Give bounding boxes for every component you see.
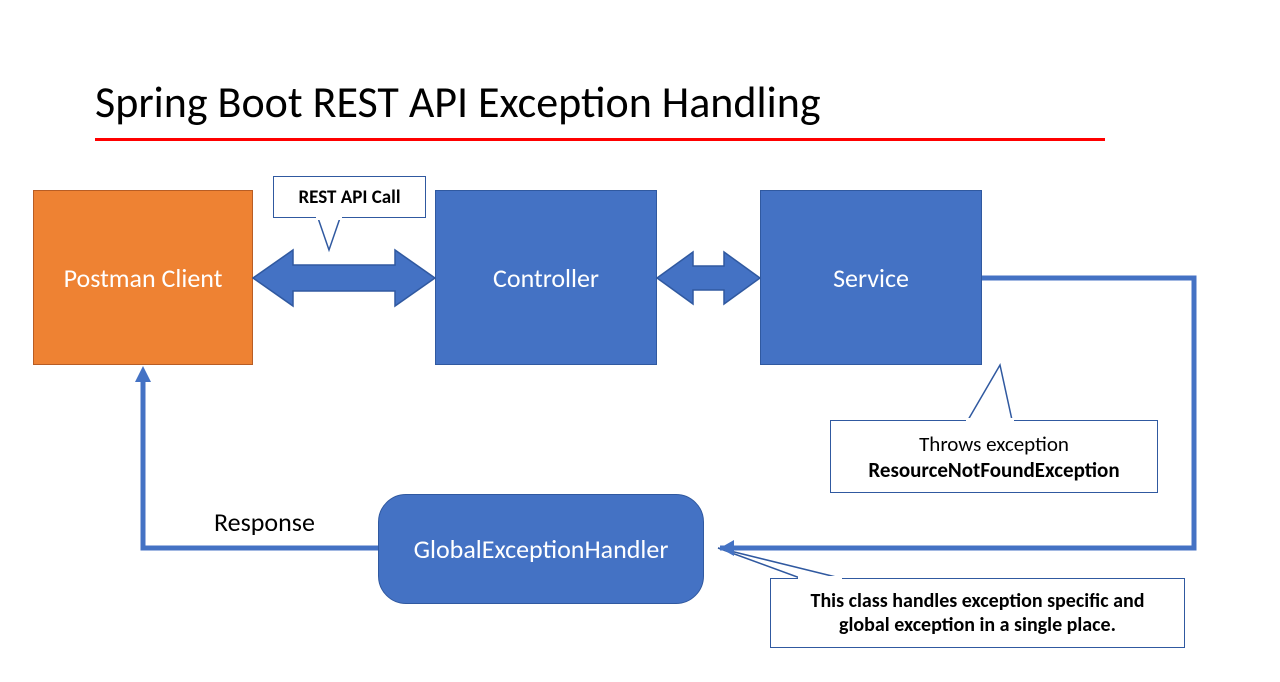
service-label: Service	[833, 262, 909, 294]
throws-exception-line1: Throws exception	[919, 431, 1069, 457]
throws-exception-line2: ResourceNotFoundException	[868, 457, 1119, 483]
handler-desc-line1: This class handles exception specific an…	[811, 589, 1145, 613]
postman-client-box: Postman Client	[33, 190, 253, 365]
handler-desc-line2: global exception in a single place.	[839, 613, 1116, 637]
arrow-postman-controller	[253, 250, 435, 306]
rest-api-callout-tail	[316, 214, 342, 250]
global-exception-handler-box: GlobalExceptionHandler	[378, 494, 704, 604]
diagram-title: Spring Boot REST API Exception Handling	[95, 75, 821, 129]
arrow-controller-service	[657, 252, 760, 304]
controller-label: Controller	[493, 262, 599, 294]
response-label: Response	[214, 506, 315, 538]
global-exception-handler-label: GlobalExceptionHandler	[414, 533, 669, 565]
rest-api-callout: REST API Call	[273, 176, 426, 218]
postman-client-label: Postman Client	[64, 262, 223, 294]
title-underline	[95, 138, 1105, 141]
rest-api-callout-text: REST API Call	[298, 186, 400, 209]
service-box: Service	[760, 190, 982, 365]
handler-desc-callout: This class handles exception specific an…	[770, 578, 1185, 648]
throws-exception-callout: Throws exception ResourceNotFoundExcepti…	[830, 420, 1158, 493]
controller-box: Controller	[435, 190, 657, 365]
throws-callout-tail	[966, 365, 1014, 424]
handler-desc-callout-tail	[718, 548, 842, 582]
